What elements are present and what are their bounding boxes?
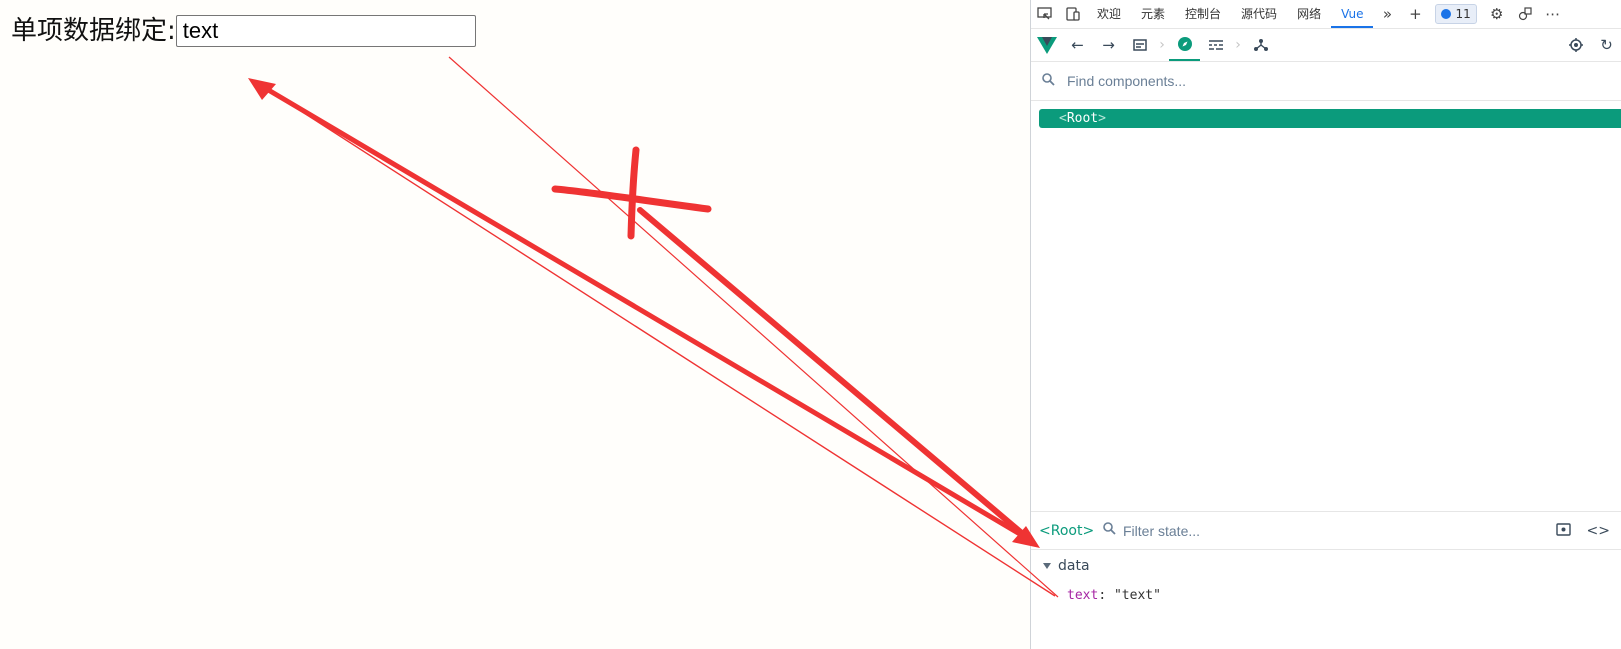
devtools-panel: 欢迎 元素 控制台 源代码 网络 Vue » + 11 ⚙ ⋯ ← → › ›	[1030, 0, 1621, 649]
selected-component-name: <Root>	[1039, 522, 1095, 539]
timeline-icon[interactable]	[1200, 29, 1231, 61]
tab-sources[interactable]: 源代码	[1231, 0, 1287, 28]
issues-icon	[1441, 9, 1452, 19]
vue-toolbar: ← → › › ↻	[1031, 29, 1621, 62]
find-components-input[interactable]	[1065, 72, 1489, 90]
issues-count: 11	[1455, 7, 1471, 21]
breadcrumb-separator: ›	[1159, 37, 1165, 53]
refresh-icon[interactable]: ↻	[1591, 29, 1621, 61]
add-tab-icon[interactable]: +	[1401, 0, 1429, 28]
state-data: data text: "text"	[1043, 558, 1603, 603]
tab-elements[interactable]: 元素	[1131, 0, 1175, 28]
data-section-label: data	[1058, 558, 1090, 574]
data-section-header[interactable]: data	[1043, 558, 1603, 574]
component-tree: <Root>	[1039, 109, 1621, 128]
components-compass-icon[interactable]	[1169, 29, 1200, 61]
app-selector-icon[interactable]	[1124, 29, 1155, 61]
inspect-icon[interactable]	[1031, 0, 1059, 28]
caret-down-icon	[1043, 563, 1051, 569]
data-key: text	[1067, 588, 1099, 603]
more-options-icon[interactable]: ⋯	[1539, 0, 1567, 28]
vue-logo-icon	[1031, 29, 1062, 61]
binding-row: 单项数据绑定:	[11, 14, 476, 48]
select-component-icon[interactable]	[1560, 29, 1591, 61]
view-source-icon[interactable]: <>	[1587, 523, 1610, 539]
component-tree-icon[interactable]	[1245, 29, 1276, 61]
tree-root-label: Root	[1066, 111, 1099, 126]
search-icon	[1031, 72, 1065, 90]
tab-network[interactable]: 网络	[1287, 0, 1331, 28]
web-page: 单项数据绑定:	[0, 0, 1030, 649]
filter-state-input[interactable]	[1121, 521, 1425, 540]
breadcrumb-separator: ›	[1235, 37, 1241, 53]
customize-icon[interactable]	[1511, 0, 1539, 28]
component-search	[1031, 62, 1621, 101]
back-arrow-icon[interactable]: ←	[1062, 29, 1093, 61]
data-property-row[interactable]: text: "text"	[1067, 588, 1603, 603]
devtools-tabbar: 欢迎 元素 控制台 源代码 网络 Vue » + 11 ⚙ ⋯	[1031, 0, 1621, 29]
tab-vue[interactable]: Vue	[1331, 0, 1374, 28]
binding-label: 单项数据绑定:	[11, 16, 176, 46]
filter-search-icon	[1097, 522, 1121, 539]
state-toolbar: <Root> <>	[1031, 511, 1621, 550]
issues-badge[interactable]: 11	[1435, 4, 1477, 24]
forward-arrow-icon[interactable]: →	[1093, 29, 1124, 61]
state-actions: <>	[1555, 512, 1610, 550]
more-tabs-icon[interactable]: »	[1373, 0, 1401, 28]
tab-console[interactable]: 控制台	[1175, 0, 1231, 28]
text-input[interactable]	[175, 15, 476, 47]
data-value: "text"	[1113, 588, 1161, 603]
tab-welcome[interactable]: 欢迎	[1087, 0, 1131, 28]
scroll-to-component-icon[interactable]	[1555, 522, 1571, 540]
gear-icon[interactable]: ⚙	[1483, 0, 1511, 28]
device-toggle-icon[interactable]	[1059, 0, 1087, 28]
tree-item-root[interactable]: <Root>	[1039, 109, 1621, 128]
